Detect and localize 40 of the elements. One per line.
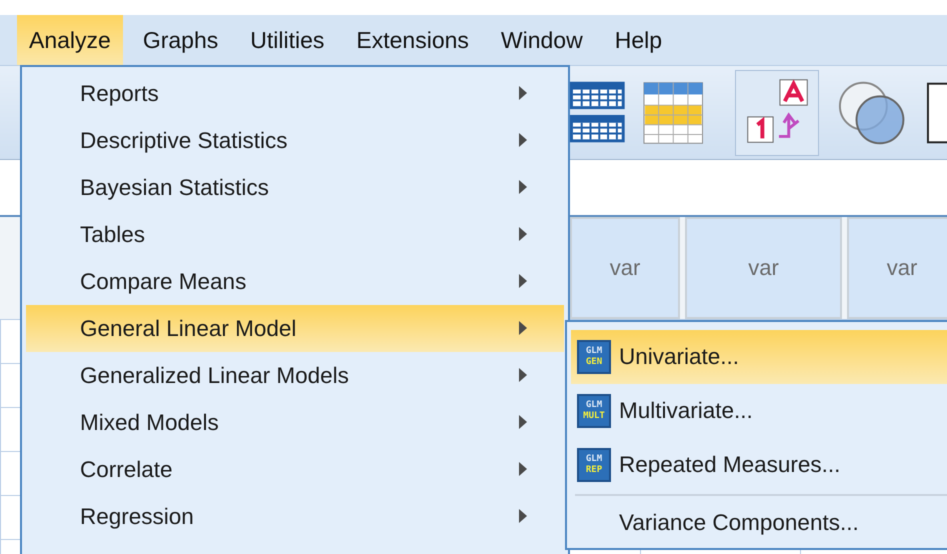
menu-item[interactable]: GLM MULT Multivariate...	[571, 384, 947, 438]
column-header[interactable]: var	[847, 217, 947, 319]
menu-item[interactable]: Descriptive Statistics	[26, 117, 564, 164]
submenu-arrow-icon	[518, 132, 528, 148]
menu-title[interactable]: Extensions	[344, 15, 481, 65]
menu-title[interactable]: Window	[488, 15, 595, 65]
menu-item[interactable]: Tables	[26, 211, 564, 258]
column-header[interactable]: var	[570, 217, 680, 319]
table-icon[interactable]	[570, 80, 625, 144]
menu-item[interactable]: GLM GEN Univariate...	[571, 330, 947, 384]
column-header[interactable]: var	[685, 217, 842, 319]
menu-item[interactable]: General Linear Model	[26, 305, 564, 352]
menu-title[interactable]: Graphs	[130, 15, 230, 65]
menu-item[interactable]: Regression	[26, 493, 564, 540]
menu-title[interactable]: Analyze	[17, 15, 123, 65]
menu-item[interactable]: GLM REP Repeated Measures...	[571, 438, 947, 492]
menu-title[interactable]: Help	[602, 15, 674, 65]
menu-item[interactable]: Variance Components...	[571, 496, 947, 550]
menu-item[interactable]: Correlate	[26, 446, 564, 493]
submenu-arrow-icon	[518, 85, 528, 101]
menu-item[interactable]: Bayesian Statistics	[26, 164, 564, 211]
select-cases-icon[interactable]	[642, 80, 704, 144]
value-labels-icon[interactable]	[735, 70, 820, 156]
submenu-arrow-icon	[518, 320, 528, 336]
glm-icon: GLM REP	[577, 448, 611, 482]
toolbar-icon[interactable]	[926, 80, 947, 144]
menu-item[interactable]: Mixed Models	[26, 399, 564, 446]
glm-icon: GLM GEN	[577, 340, 611, 374]
menu-item[interactable]: Compare Means	[26, 258, 564, 305]
submenu-arrow-icon	[518, 414, 528, 430]
submenu-arrow-icon	[518, 367, 528, 383]
glm-icon: GLM MULT	[577, 394, 611, 428]
submenu-arrow-icon	[518, 179, 528, 195]
menu-item[interactable]: Generalized Linear Models	[26, 352, 564, 399]
menu-title[interactable]: Utilities	[238, 15, 336, 65]
menu-item[interactable]: Reports	[26, 70, 564, 117]
submenu-arrow-icon	[518, 461, 528, 477]
submenu-arrow-icon	[518, 226, 528, 242]
submenu-arrow-icon	[518, 273, 528, 289]
submenu-arrow-icon	[518, 508, 528, 524]
